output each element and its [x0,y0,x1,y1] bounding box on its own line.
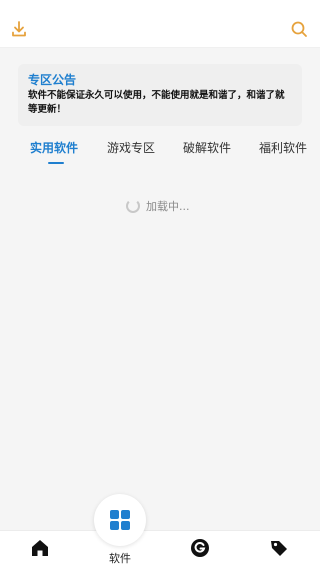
tab-game-zone[interactable]: 游戏专区 [107,140,155,156]
search-icon[interactable] [288,18,310,40]
tab-practical-software[interactable]: 实用软件 [30,140,78,156]
category-tabs: 实用软件 游戏专区 破解软件 福利软件 [0,130,320,168]
spinner-icon [126,199,140,213]
announcement-title: 专区公告 [28,73,77,87]
download-icon[interactable] [8,18,30,40]
announcement-card: 专区公告 软件不能保证永久可以使用，不能使用就是和谐了，和谐了就等更新！ [18,64,302,126]
loading-indicator: 加载中... [126,197,190,215]
announcement-body: 软件不能保证永久可以使用，不能使用就是和谐了，和谐了就等更新！ [28,90,285,115]
loading-text: 加载中... [146,200,190,213]
top-bar [0,0,320,48]
active-tab-indicator [48,162,64,164]
tab-cracked-software[interactable]: 破解软件 [183,140,231,156]
g-icon[interactable] [189,537,211,559]
center-tab-label[interactable]: 软件 [100,550,140,566]
apps-grid-icon[interactable] [108,508,132,532]
tag-icon[interactable] [268,537,290,559]
bottom-navigation [0,530,320,570]
home-icon[interactable] [29,537,51,559]
tab-welfare-software[interactable]: 福利软件 [259,140,307,156]
